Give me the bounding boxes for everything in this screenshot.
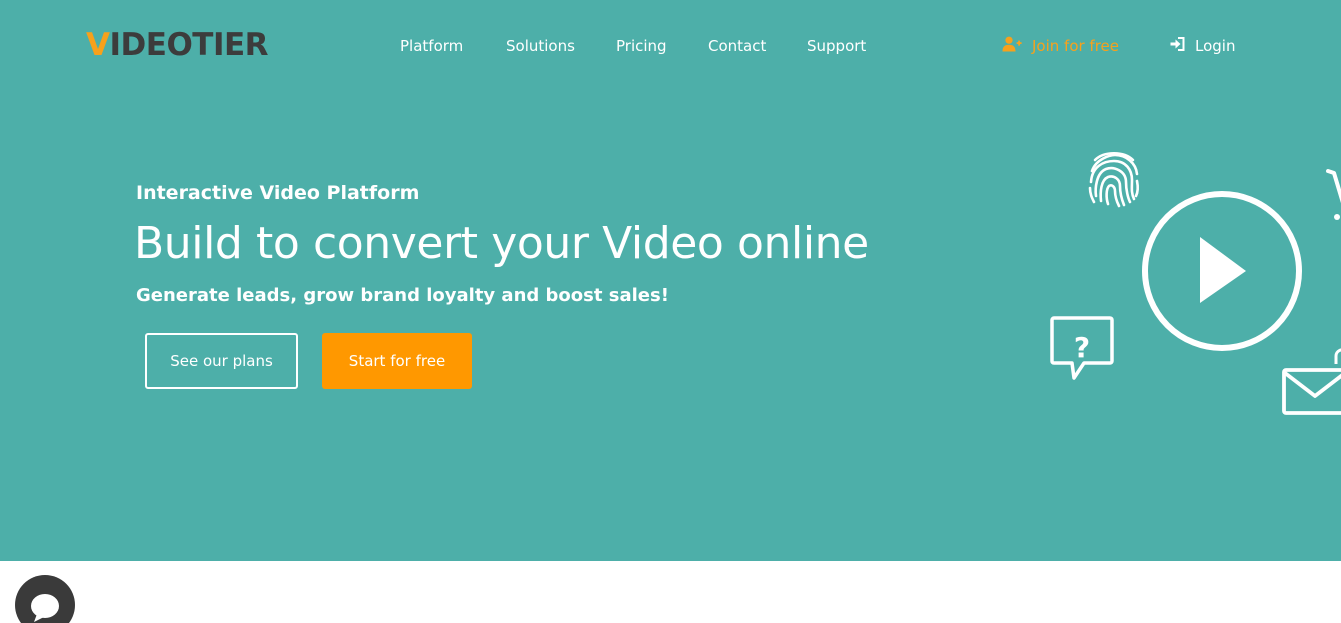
svg-text:?: ? (1074, 331, 1090, 364)
nav-link-support[interactable]: Support (807, 36, 866, 56)
hero-headline: Build to convert your Video online (134, 218, 869, 269)
login-label: Login (1195, 37, 1236, 55)
nav-link-platform[interactable]: Platform (400, 36, 463, 56)
chat-bubble-icon (31, 594, 59, 622)
hero-subline: Generate leads, grow brand loyalty and b… (136, 285, 669, 306)
question-bubble-icon: ? (1050, 316, 1114, 380)
nav-link-solutions[interactable]: Solutions (506, 36, 575, 56)
start-for-free-button[interactable]: Start for free (322, 333, 472, 389)
chat-widget-button[interactable] (15, 575, 75, 623)
lock-icon (1334, 348, 1341, 364)
nav-link-contact[interactable]: Contact (708, 36, 766, 56)
logo-text: IDEOTIER (109, 27, 269, 63)
join-for-free-label: Join for free (1032, 37, 1120, 55)
hero-eyebrow: Interactive Video Platform (136, 182, 420, 204)
sign-in-icon (1170, 36, 1185, 56)
play-circle-icon (1142, 191, 1302, 351)
mail-icon (1282, 368, 1341, 415)
user-plus-icon (1002, 36, 1022, 57)
join-for-free-link[interactable]: Join for free (1002, 36, 1119, 56)
logo-accent-letter: V (86, 27, 110, 63)
fingerprint-icon (1088, 151, 1139, 208)
login-link[interactable]: Login (1170, 36, 1235, 56)
hero-section: VIDEOTIER Platform Solutions Pricing Con… (0, 0, 1341, 561)
hero-illustration: ? (1050, 151, 1341, 415)
nav-link-pricing[interactable]: Pricing (616, 36, 667, 56)
cart-icon (1326, 169, 1341, 220)
logo[interactable]: VIDEOTIER (86, 27, 269, 63)
see-our-plans-button[interactable]: See our plans (145, 333, 298, 389)
